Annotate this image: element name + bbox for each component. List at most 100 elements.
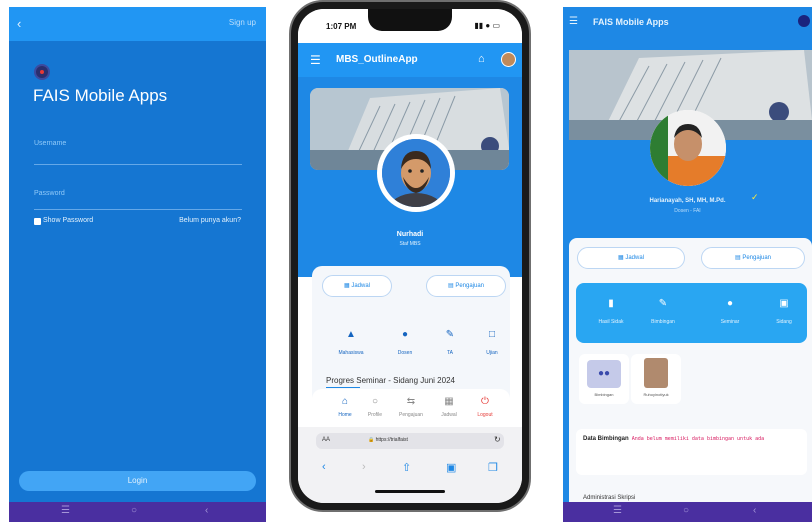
document-icon[interactable]: ▮ — [591, 298, 631, 309]
home-icon[interactable]: ⌂ — [478, 53, 485, 65]
pengajuan-label: Pengajuan — [455, 283, 485, 289]
status-time: 1:07 PM — [326, 22, 357, 31]
home-circle-icon[interactable]: ○ — [683, 505, 689, 516]
jadwal-nav-icon[interactable]: ▦ — [434, 396, 464, 407]
progress-underline — [326, 387, 360, 388]
back-nav-icon[interactable]: ‹ — [205, 505, 208, 516]
menu-hasil-sidak[interactable]: Hasil Sidak — [586, 319, 636, 325]
menu-sidang[interactable]: Sidang — [759, 319, 809, 325]
user-role: Staf MBS — [399, 241, 421, 247]
recent-apps-icon[interactable]: ☰ — [61, 505, 70, 516]
data-bimbingan-text: Data Bimbingan Anda belum memiliki data … — [583, 435, 803, 443]
profile-photo-art — [650, 110, 726, 186]
reader-aa[interactable]: AA — [322, 437, 330, 443]
arrow-left-icon[interactable]: ‹ — [17, 16, 21, 31]
login-topbar — [9, 7, 266, 41]
pencil-icon[interactable]: ✎ — [435, 329, 465, 340]
home-nav-icon[interactable]: ⌂ — [330, 396, 360, 407]
show-password-label: Show Password — [43, 217, 94, 224]
phone-notch — [368, 9, 452, 31]
jadwal-button[interactable]: ▦ Jadwal — [322, 275, 392, 297]
profile-avatar — [382, 139, 450, 207]
password-input[interactable] — [34, 209, 242, 210]
recent-apps-icon[interactable]: ☰ — [613, 505, 622, 516]
nav-jadwal[interactable]: Jadwal — [429, 412, 469, 418]
home-indicator — [375, 490, 445, 493]
forward-icon[interactable]: › — [362, 461, 366, 473]
quick-menu — [576, 283, 807, 343]
login-title: FAIS Mobile Apps — [33, 86, 168, 105]
logout-nav-icon[interactable]: ⏻ — [470, 396, 500, 407]
url-text[interactable]: 🔒 https://trialfaist — [368, 437, 408, 443]
exam-icon[interactable]: □ — [477, 329, 507, 340]
menu-bimbingan[interactable]: Bimbingan — [638, 319, 688, 325]
tile-student-label: Ruhoyinotiyuk — [643, 392, 669, 397]
verified-check-icon: ✓ — [751, 192, 759, 202]
data-bimbingan-message: Anda belum memiliki data bimbingan untuk… — [631, 436, 765, 442]
nav-profile[interactable]: Profile — [355, 412, 395, 418]
tile-bimbingan[interactable]: ●● Bimbingan — [579, 354, 629, 404]
data-bimbingan-title: Data Bimbingan — [583, 436, 629, 442]
grid-item-dosen[interactable]: Dosen — [385, 350, 425, 356]
fais-logo — [34, 64, 50, 80]
bookmarks-icon[interactable]: ▣ — [446, 461, 456, 474]
dashboard-title: FAIS Mobile Apps — [593, 17, 669, 27]
avatar[interactable] — [798, 15, 810, 27]
person-icon[interactable]: ● — [390, 329, 420, 340]
grid-item-ujian[interactable]: Ujian — [472, 350, 512, 356]
admin-section-title: Administrasi Skripsi — [583, 495, 636, 501]
tile-bimbingan-label: Bimbingan — [594, 392, 614, 397]
pengajuan-button[interactable]: ▤ Pengajuan — [426, 275, 506, 297]
share-icon[interactable]: ⇧ — [402, 461, 411, 474]
profile-photo — [650, 110, 726, 186]
back-icon[interactable]: ‹ — [322, 461, 326, 473]
username-input[interactable] — [34, 164, 242, 165]
dashboard-screen: ☰ FAIS Mobile Apps Harianayah, SH, MH, M… — [563, 7, 812, 522]
hamburger-menu-icon[interactable]: ☰ — [310, 53, 321, 67]
show-password-checkbox[interactable] — [34, 218, 41, 225]
gavel-icon[interactable]: ▣ — [764, 298, 804, 309]
pengajuan-label: Pengajuan — [742, 255, 772, 261]
jadwal-label: Jadwal — [351, 283, 371, 289]
user-name: Nurhadi — [396, 231, 424, 238]
hamburger-menu-icon[interactable]: ☰ — [569, 16, 578, 27]
profile-avatar-art — [382, 139, 450, 207]
progress-title: Progres Seminar - Sidang Juni 2024 — [326, 376, 455, 385]
avatar[interactable] — [501, 52, 516, 67]
register-link[interactable]: Belum punya akun? — [179, 217, 241, 224]
pengajuan-nav-icon[interactable]: ⇆ — [396, 396, 426, 407]
back-nav-icon[interactable]: ‹ — [753, 505, 756, 516]
jadwal-label: Jadwal — [625, 255, 645, 261]
lecturer-role: Dosen - FAI — [674, 208, 701, 214]
signal-battery-icon: ▮▮ ● ▭ — [474, 21, 500, 30]
presenter-icon[interactable]: ● — [710, 298, 750, 309]
url-value: https://trialfaist — [375, 437, 408, 443]
pencil-icon[interactable]: ✎ — [643, 298, 683, 309]
address-bar[interactable] — [316, 433, 504, 449]
graduation-cap-icon[interactable]: ▲ — [336, 329, 366, 340]
nav-logout[interactable]: Logout — [465, 412, 505, 418]
password-label: Password — [34, 190, 65, 197]
screenshot-stage: ‹ Sign up FAIS Mobile Apps Username Pass… — [0, 0, 812, 522]
profile-nav-icon[interactable]: ○ — [360, 396, 390, 407]
iphone-screen: 1:07 PM ▮▮ ● ▭ ☰ MBS_OutlineApp ⌂ Nurhad… — [298, 9, 522, 503]
home-circle-icon[interactable]: ○ — [131, 505, 137, 516]
lecturer-name: Harianayah, SH, MH, M.Pd. — [649, 198, 726, 204]
login-button[interactable]: Login — [19, 471, 256, 491]
tabs-icon[interactable]: ❐ — [488, 461, 498, 474]
reload-icon[interactable]: ↻ — [494, 435, 501, 444]
jadwal-button[interactable]: ▦ Jadwal — [577, 247, 685, 269]
pengajuan-button[interactable]: ▤ Pengajuan — [701, 247, 805, 269]
android-nav-bar: ☰ ○ ‹ — [9, 502, 266, 522]
lock-icon: 🔒 — [368, 437, 375, 443]
tile-student[interactable]: Ruhoyinotiyuk — [631, 354, 681, 404]
student-photo — [644, 358, 668, 388]
signup-link[interactable]: Sign up — [229, 18, 256, 27]
android-nav-bar: ☰ ○ ‹ — [563, 502, 812, 522]
menu-seminar[interactable]: Seminar — [705, 319, 755, 325]
nav-pengajuan[interactable]: Pengajuan — [391, 412, 431, 418]
grid-item-ta[interactable]: TA — [430, 350, 470, 356]
username-label: Username — [34, 140, 67, 147]
grid-item-mahasiswa[interactable]: Mahasiswa — [331, 350, 371, 356]
app-title: MBS_OutlineApp — [336, 54, 418, 65]
